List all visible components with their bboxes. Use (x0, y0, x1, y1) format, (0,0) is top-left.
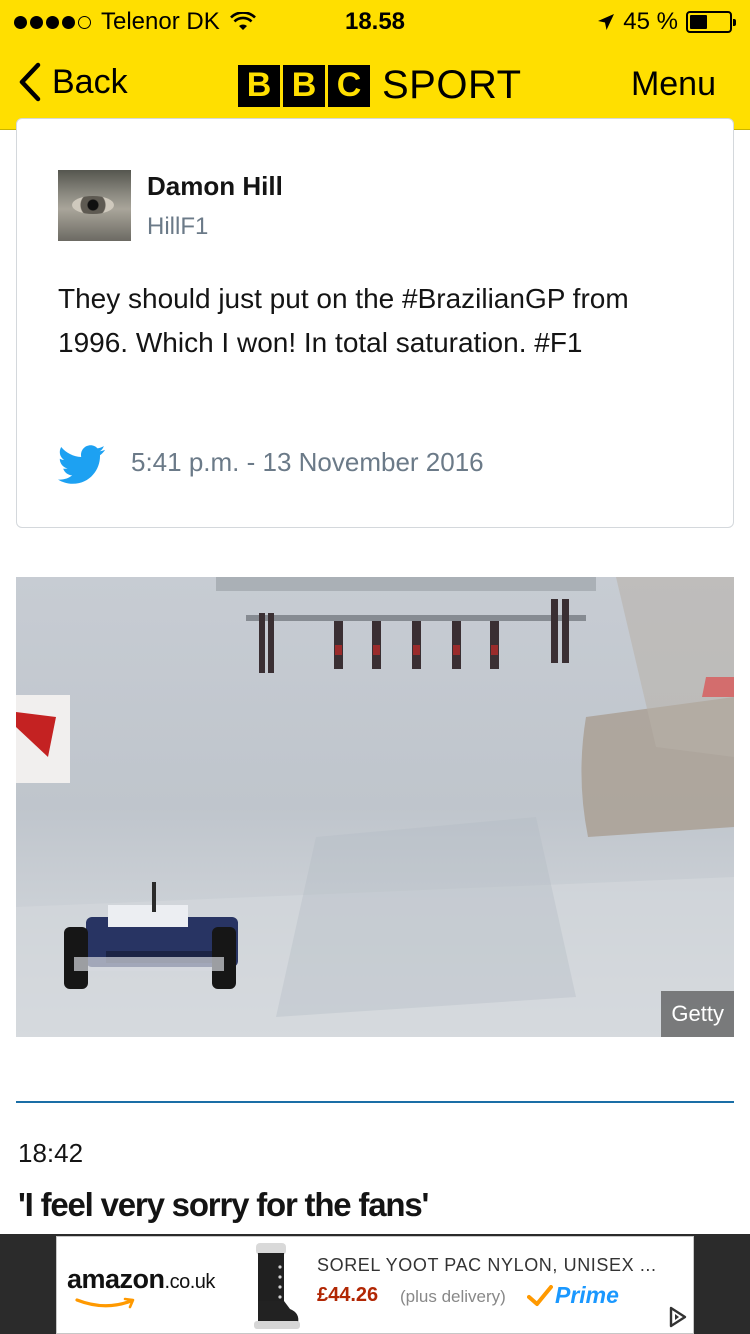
logo-block: B (283, 64, 325, 107)
tweet-author-handle[interactable]: HillF1 (147, 213, 208, 241)
prime-check-icon (527, 1284, 553, 1306)
amazon-brand: amazon (67, 1264, 165, 1294)
logo-block: C (328, 64, 370, 107)
menu-button[interactable]: Menu (631, 65, 716, 104)
back-label: Back (52, 62, 128, 101)
back-button[interactable]: Back (18, 62, 128, 102)
ad-price: £44.26 (317, 1284, 379, 1306)
amazon-ad[interactable]: amazon.co.uk SOREL YOOT PAC NYLON, UNISE… (56, 1236, 694, 1334)
embedded-tweet[interactable]: Damon Hill HillF1 They should just put o… (16, 118, 734, 528)
ad-product-title: SOREL YOOT PAC NYLON, UNISEX ... (317, 1255, 657, 1275)
amazon-smile-icon (75, 1297, 135, 1309)
entry-time: 18:42 (18, 1138, 84, 1168)
twitter-bird-icon[interactable] (58, 445, 106, 485)
battery-icon (686, 11, 736, 33)
entry-headline: 'I feel very sorry for the fans' (18, 1186, 429, 1223)
status-bar: Telenor DK 18.58 45 % (0, 0, 750, 42)
rainy-race-illustration (16, 577, 734, 1037)
status-right: 45 % (597, 8, 736, 36)
ad-bar: amazon.co.uk SOREL YOOT PAC NYLON, UNISE… (0, 1234, 750, 1334)
nav-bar: Back B B C SPORT Menu (0, 50, 750, 120)
prime-badge: Prime (527, 1282, 619, 1309)
boot-product-image (254, 1243, 300, 1329)
avatar[interactable] (58, 170, 131, 241)
chevron-left-icon (19, 62, 41, 102)
tweet-timestamp[interactable]: 5:41 p.m. - 13 November 2016 (131, 447, 484, 478)
tweet-text: They should just put on the #BrazilianGP… (58, 283, 629, 358)
tweet-author-name[interactable]: Damon Hill (147, 171, 283, 202)
amazon-logo: amazon.co.uk (67, 1264, 215, 1295)
battery-percent: 45 % (623, 8, 678, 35)
logo-word: SPORT (382, 63, 522, 107)
header-bar: Telenor DK 18.58 45 % Back B B C SPORT M… (0, 0, 750, 130)
photo-credit: Getty (661, 991, 734, 1037)
ad-delivery-note: (plus delivery) (400, 1287, 506, 1306)
prime-label: Prime (555, 1282, 619, 1308)
amazon-suffix: .co.uk (164, 1271, 216, 1293)
location-arrow-icon (598, 14, 615, 30)
entry-divider (16, 1101, 734, 1103)
logo-block: B (238, 64, 280, 107)
race-photo: Getty (16, 577, 734, 1037)
adchoices-icon[interactable] (663, 1303, 691, 1331)
bbc-sport-logo[interactable]: B B C SPORT (238, 63, 522, 108)
